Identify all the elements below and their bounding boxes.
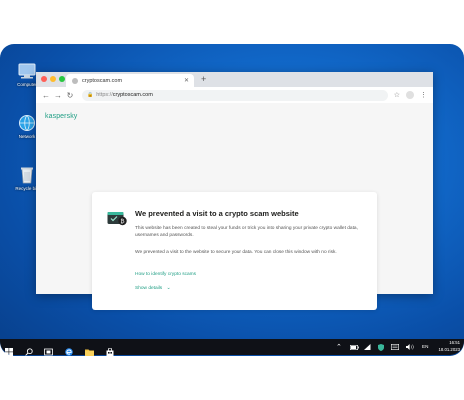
system-clock[interactable]: 16:51 18.01.2023 [438, 340, 460, 353]
url-scheme: https:// [96, 92, 113, 98]
show-details-label: Show details [135, 286, 163, 291]
warning-description: This website has been created to steal y… [135, 226, 358, 239]
store-icon[interactable] [106, 343, 114, 356]
new-tab-icon[interactable]: + [201, 74, 206, 84]
toolbar-actions: ☆ ⋮ [394, 91, 427, 99]
keyboard-icon[interactable] [391, 339, 399, 355]
bookmark-star-icon[interactable]: ☆ [394, 91, 400, 99]
page-content: kaspersky ₿ We prevented a visit to a cr… [36, 103, 433, 310]
close-window-button[interactable] [41, 76, 47, 82]
maximize-window-button[interactable] [59, 76, 65, 82]
search-icon[interactable] [25, 343, 33, 356]
desktop: Computer Network Recycle bin cryptoscam.… [0, 44, 464, 356]
taskbar: ⌃ EN 16:51 18.01.2023 [0, 339, 464, 356]
edge-browser-icon[interactable] [65, 343, 73, 356]
minimize-window-button[interactable] [50, 76, 56, 82]
input-language[interactable]: EN [422, 344, 428, 349]
start-windows-icon[interactable] [5, 343, 13, 356]
clock-date: 18.01.2023 [438, 346, 460, 352]
window-controls [41, 76, 65, 82]
browser-toolbar: ← → ↻ 🔒 https:// cryptoscam.com ☆ ⋮ [36, 87, 433, 104]
identify-scams-link[interactable]: How to identify crypto scams [135, 272, 196, 277]
close-tab-icon[interactable]: ✕ [184, 77, 189, 84]
svg-text:₿: ₿ [120, 218, 124, 225]
volume-icon[interactable] [406, 339, 414, 355]
battery-icon[interactable] [350, 339, 359, 355]
tab-title: cryptoscam.com [82, 77, 123, 84]
lock-icon: 🔒 [87, 92, 94, 98]
show-details-button[interactable]: Show details ⌄ [135, 286, 171, 291]
browser-window: cryptoscam.com ✕ + ← → ↻ 🔒 https:// cryp… [36, 72, 433, 310]
computer-icon [17, 62, 37, 80]
tray-chevron-up-icon[interactable]: ⌃ [336, 339, 342, 355]
tab-bar: cryptoscam.com ✕ + [36, 72, 433, 87]
network-status-icon[interactable] [364, 339, 371, 355]
warning-card: ₿ We prevented a visit to a crypto scam … [92, 192, 377, 310]
back-arrow-icon[interactable]: ← [40, 91, 52, 100]
favicon-icon [72, 77, 78, 84]
reload-icon[interactable]: ↻ [64, 91, 76, 100]
forward-arrow-icon[interactable]: → [52, 91, 64, 100]
recycle-bin-icon [17, 166, 37, 184]
file-explorer-icon[interactable] [85, 343, 94, 356]
browser-menu-icon[interactable]: ⋮ [420, 91, 427, 99]
url-host: cryptoscam.com [112, 92, 153, 98]
browser-tab[interactable]: cryptoscam.com ✕ [66, 74, 194, 87]
crypto-wallet-shield-icon: ₿ [107, 210, 127, 232]
chevron-down-icon: ⌄ [166, 286, 171, 291]
address-bar[interactable]: 🔒 https:// cryptoscam.com [82, 89, 388, 101]
kaspersky-logo: kaspersky [45, 113, 78, 120]
protection-description: We prevented a visit to the website to s… [135, 250, 337, 255]
task-view-icon[interactable] [44, 343, 53, 356]
profile-avatar-icon[interactable] [406, 91, 414, 99]
warning-heading: We prevented a visit to a crypto scam we… [135, 209, 299, 218]
kaspersky-tray-shield-icon[interactable] [378, 339, 384, 355]
network-icon [17, 114, 37, 132]
